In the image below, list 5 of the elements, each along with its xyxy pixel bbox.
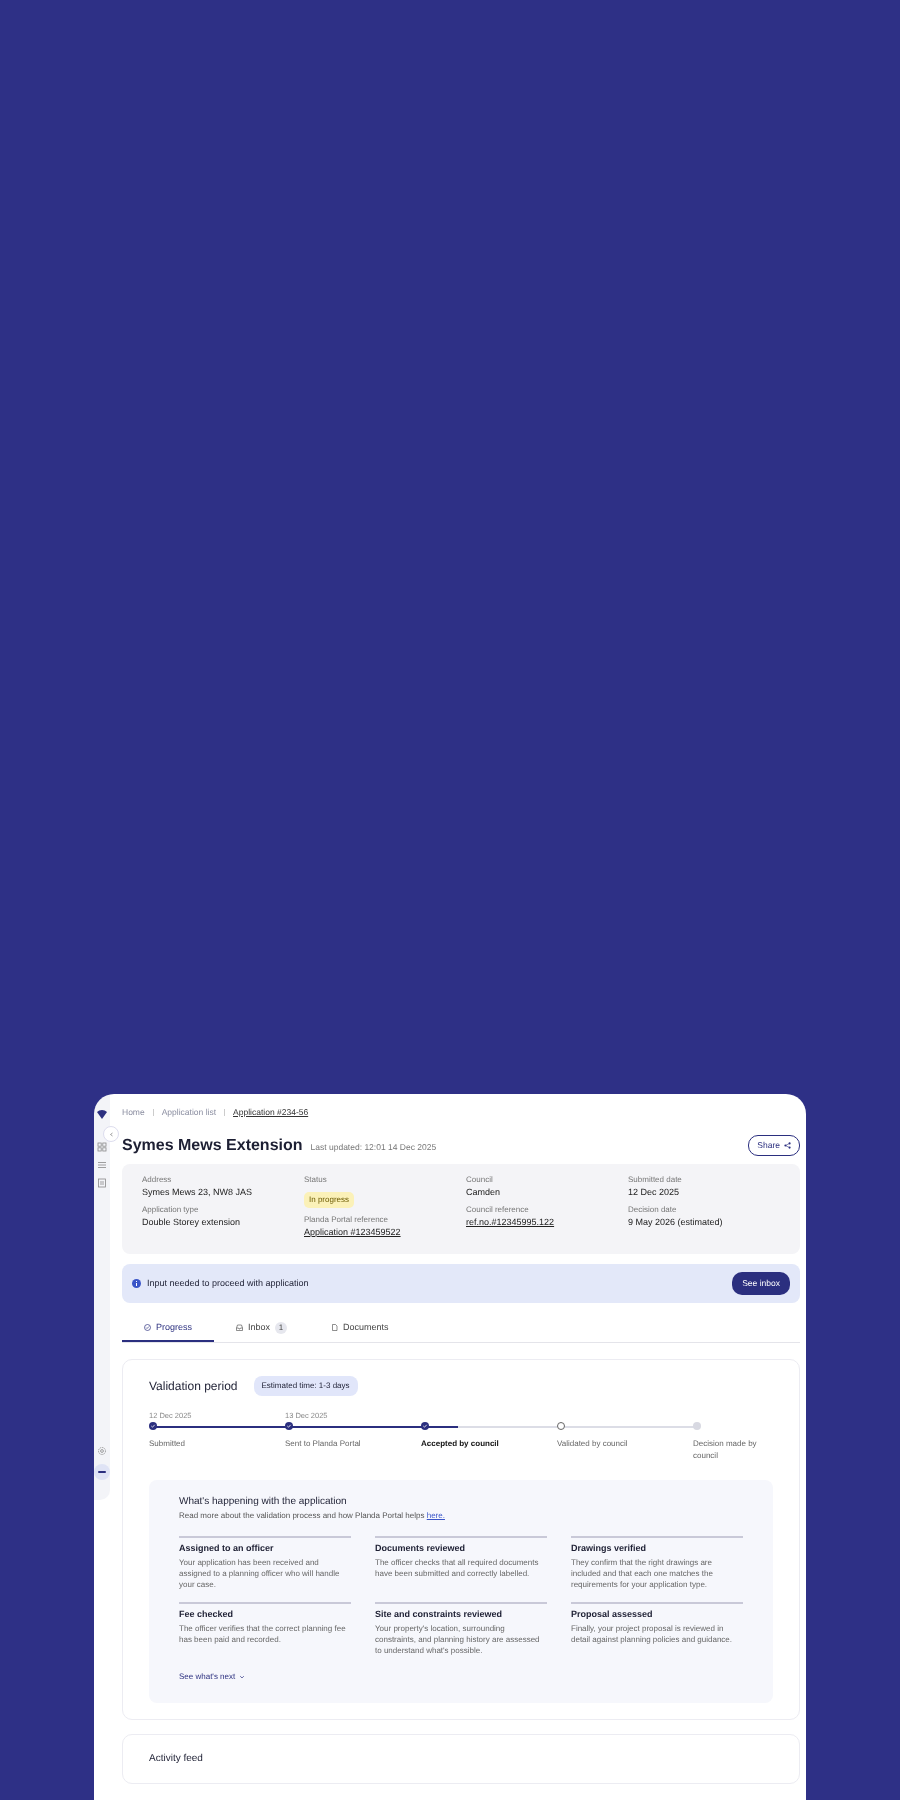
collapse-toggle[interactable] — [103, 1126, 119, 1142]
share-icon — [784, 1141, 791, 1149]
info-icon — [132, 1278, 141, 1288]
page-title: Symes Mews Extension — [122, 1135, 303, 1155]
logo-icon — [96, 1108, 108, 1120]
